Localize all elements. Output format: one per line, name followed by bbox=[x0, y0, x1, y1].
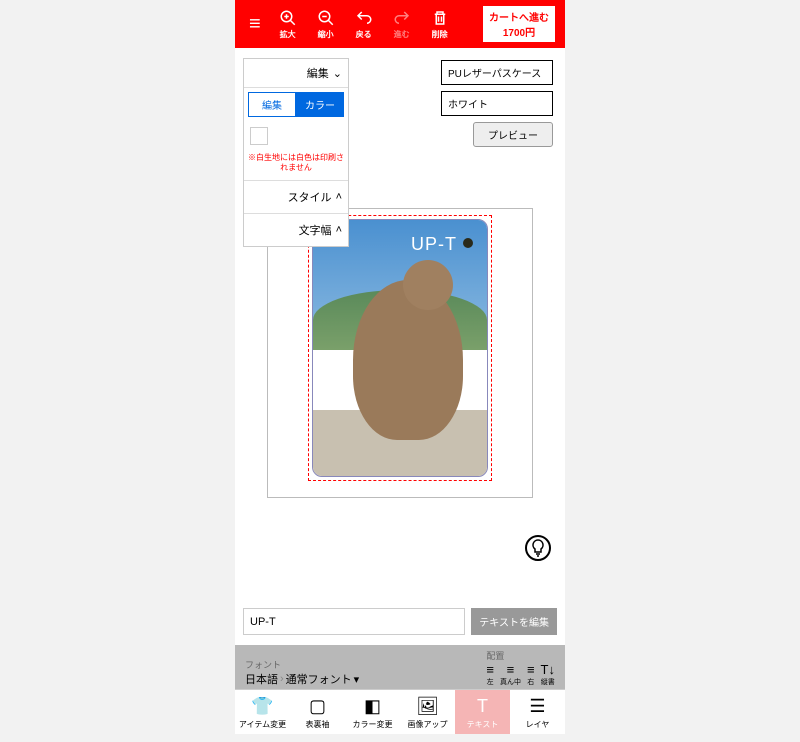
zoom-in-label: 拡大 bbox=[280, 29, 296, 40]
tab-edit[interactable]: 編集 bbox=[248, 92, 296, 117]
overlay-text[interactable]: UP-T bbox=[411, 234, 457, 255]
align-label: 配置 bbox=[486, 649, 555, 662]
bottom-nav: 👕 アイテム変更 ▢ 表裏袖 ◧ カラー変更 🖼 画像アップ T テキスト ☰ … bbox=[235, 689, 565, 734]
menu-icon[interactable]: ≡ bbox=[243, 13, 267, 36]
char-width-label: 文字幅 bbox=[299, 222, 332, 238]
align-right-button[interactable]: ≡右 bbox=[527, 662, 535, 687]
swatch-row bbox=[244, 121, 348, 151]
undo-button[interactable]: 戻る bbox=[347, 9, 381, 40]
edit-panel: 編集 ⌄ 編集 カラー ※白生地には白色は印刷されません スタイル ˄ 文字幅 … bbox=[243, 58, 349, 247]
zoom-in-button[interactable]: 拡大 bbox=[271, 9, 305, 40]
undo-label: 戻る bbox=[356, 29, 372, 40]
white-warning: ※白生地には白色は印刷されません bbox=[244, 151, 348, 180]
align-left-icon: ≡ bbox=[486, 662, 494, 677]
align-group: ≡左 ≡真ん中 ≡右 T↓縦書 bbox=[486, 662, 555, 687]
text-input-row: テキストを編集 bbox=[235, 598, 565, 645]
font-align-row: フォント 日本語 › 通常フォント ▾ 配置 ≡左 ≡真ん中 ≡右 T↓縦書 bbox=[235, 645, 565, 689]
preview-button[interactable]: プレビュー bbox=[473, 122, 553, 147]
nav-layer[interactable]: ☰ レイヤ bbox=[510, 690, 565, 734]
trash-icon bbox=[431, 9, 449, 27]
color-swatch-white[interactable] bbox=[250, 127, 268, 145]
dropdown-icon: ▾ bbox=[354, 673, 360, 686]
hint-button[interactable] bbox=[525, 535, 551, 561]
edit-text-button[interactable]: テキストを編集 bbox=[471, 608, 557, 635]
edit-header[interactable]: 編集 ⌄ bbox=[244, 59, 348, 88]
chevron-right-icon: › bbox=[280, 673, 284, 685]
nav-side[interactable]: ▢ 表裏袖 bbox=[290, 690, 345, 734]
design-canvas[interactable]: UP-T bbox=[267, 208, 533, 498]
product-name: PUレザーパスケース bbox=[441, 60, 553, 85]
redo-button[interactable]: 進む bbox=[385, 9, 419, 40]
nav-image[interactable]: 🖼 画像アップ bbox=[400, 690, 455, 734]
zoom-out-icon bbox=[317, 9, 335, 27]
undo-icon bbox=[355, 9, 373, 27]
edit-header-label: 編集 bbox=[307, 65, 329, 81]
align-center-button[interactable]: ≡真ん中 bbox=[500, 662, 521, 687]
delete-label: 削除 bbox=[432, 29, 448, 40]
chevron-up-icon: ˄ bbox=[336, 191, 342, 203]
image-cat bbox=[353, 280, 463, 440]
zoom-out-label: 縮小 bbox=[318, 29, 334, 40]
redo-icon bbox=[393, 9, 411, 27]
align-right-icon: ≡ bbox=[527, 662, 535, 677]
product-info: PUレザーパスケース ホワイト プレビュー bbox=[441, 60, 553, 147]
side-icon: ▢ bbox=[309, 696, 326, 717]
layer-icon: ☰ bbox=[529, 696, 545, 717]
text-icon: T bbox=[477, 696, 488, 717]
hole-icon bbox=[463, 238, 473, 248]
canvas-area: UP-T bbox=[235, 198, 565, 538]
font-label: フォント bbox=[245, 658, 478, 671]
font-selector[interactable]: 日本語 › 通常フォント ▾ bbox=[245, 671, 478, 687]
nav-color[interactable]: ◧ カラー変更 bbox=[345, 690, 400, 734]
color-icon: ◧ bbox=[364, 696, 381, 717]
chevron-up-icon: ˄ bbox=[336, 224, 342, 236]
tshirt-icon: 👕 bbox=[251, 696, 273, 717]
style-label: スタイル bbox=[288, 189, 332, 205]
zoom-in-icon bbox=[279, 9, 297, 27]
top-toolbar: ≡ 拡大 縮小 戻る 進む 削除 カートへ進む 1700円 bbox=[235, 0, 565, 48]
cart-label: カートへ進む bbox=[489, 9, 549, 24]
product-preview[interactable]: UP-T bbox=[312, 219, 488, 477]
align-left-button[interactable]: ≡左 bbox=[486, 662, 494, 687]
product-color: ホワイト bbox=[441, 91, 553, 116]
cart-button[interactable]: カートへ進む 1700円 bbox=[481, 4, 557, 44]
font-name: 通常フォント bbox=[286, 671, 352, 687]
text-input[interactable] bbox=[243, 608, 465, 635]
style-section[interactable]: スタイル ˄ bbox=[244, 181, 348, 214]
zoom-out-button[interactable]: 縮小 bbox=[309, 9, 343, 40]
redo-label: 進む bbox=[394, 29, 410, 40]
align-center-icon: ≡ bbox=[507, 662, 515, 677]
lightbulb-icon bbox=[531, 539, 545, 557]
tab-color[interactable]: カラー bbox=[296, 92, 344, 117]
chevron-down-icon: ⌄ bbox=[333, 67, 342, 80]
image-icon: 🖼 bbox=[416, 696, 439, 717]
tab-row: 編集 カラー bbox=[244, 88, 348, 121]
vertical-text-button[interactable]: T↓縦書 bbox=[541, 662, 555, 687]
cart-price: 1700円 bbox=[489, 24, 549, 39]
font-lang: 日本語 bbox=[245, 671, 278, 687]
delete-button[interactable]: 削除 bbox=[423, 9, 457, 40]
nav-text[interactable]: T テキスト bbox=[455, 690, 510, 734]
vertical-text-icon: T↓ bbox=[541, 662, 555, 677]
char-width-section[interactable]: 文字幅 ˄ bbox=[244, 214, 348, 246]
nav-item-change[interactable]: 👕 アイテム変更 bbox=[235, 690, 290, 734]
